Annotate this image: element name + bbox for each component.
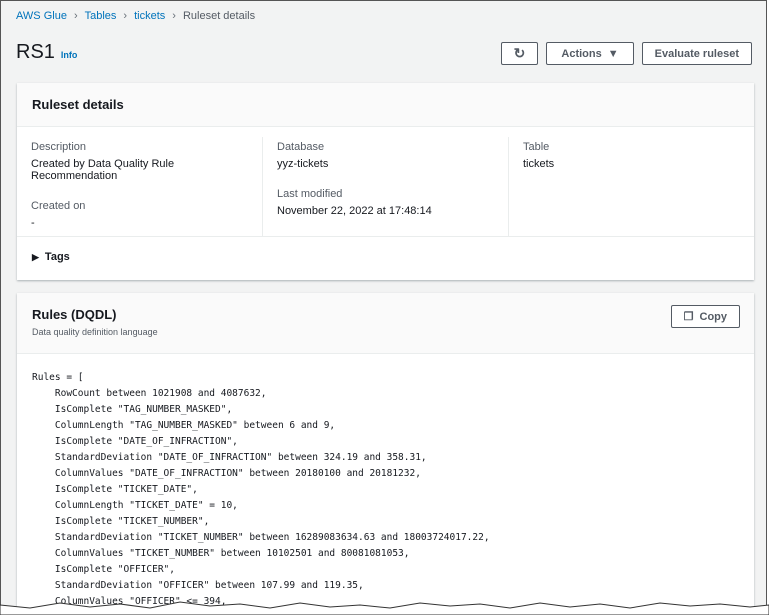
ruleset-details-panel: Ruleset details Description Created by D… (17, 83, 754, 280)
panel-heading: Rules (DQDL) (32, 307, 117, 322)
breadcrumb-tickets[interactable]: tickets (134, 10, 165, 22)
panel-subtitle: Data quality definition language (32, 327, 158, 337)
chevron-right-icon: › (73, 10, 78, 22)
database-value: yyz-tickets (277, 158, 329, 170)
dqdl-code: Rules = [ RowCount between 1021908 and 4… (32, 372, 490, 607)
tags-label: Tags (44, 251, 70, 263)
modified-label: Last modified (277, 188, 343, 200)
copy-label: Copy (699, 310, 728, 323)
breadcrumb-tables[interactable]: Tables (85, 10, 117, 22)
modified-value: November 22, 2022 at 17:48:14 (277, 205, 432, 217)
info-link[interactable]: Info (61, 50, 78, 60)
caret-right-icon: ▶ (32, 251, 39, 262)
rules-panel: Rules (DQDL) Data quality definition lan… (17, 293, 754, 615)
page-title: RS1 (16, 41, 55, 63)
page: AWS Glue › Tables › tickets › Ruleset detai… (0, 0, 767, 615)
table-value: tickets (523, 158, 555, 170)
copy-icon: ❐ (683, 311, 694, 323)
database-label: Database (277, 141, 325, 153)
breadcrumb-current: Ruleset details (182, 10, 256, 22)
breadcrumb: AWS Glue › Tables › tickets › Ruleset detai… (16, 10, 255, 22)
caret-down-icon: ▼ (607, 47, 619, 60)
refresh-icon: ↻ (513, 45, 526, 61)
chevron-right-icon: › (123, 10, 128, 22)
description-value: Created by Data Quality Rule Recommendat… (31, 158, 175, 182)
created-label: Created on (31, 200, 86, 212)
torn-edge (0, 601, 769, 615)
refresh-button[interactable]: ↻ (500, 42, 539, 65)
evaluate-ruleset-button[interactable]: Evaluate ruleset (641, 42, 752, 65)
actions-label: Actions (561, 47, 602, 60)
actions-button[interactable]: Actions ▼ (546, 42, 634, 65)
chevron-right-icon: › (172, 10, 176, 22)
tags-expander[interactable]: ▶ Tags (17, 237, 754, 277)
copy-button[interactable]: ❐ Copy (670, 305, 740, 328)
panel-heading: Ruleset details (32, 97, 124, 112)
breadcrumb-aws-glue[interactable]: AWS Glue (16, 10, 67, 22)
created-value: - (31, 217, 35, 229)
description-label: Description (31, 141, 87, 153)
table-label: Table (523, 141, 550, 153)
